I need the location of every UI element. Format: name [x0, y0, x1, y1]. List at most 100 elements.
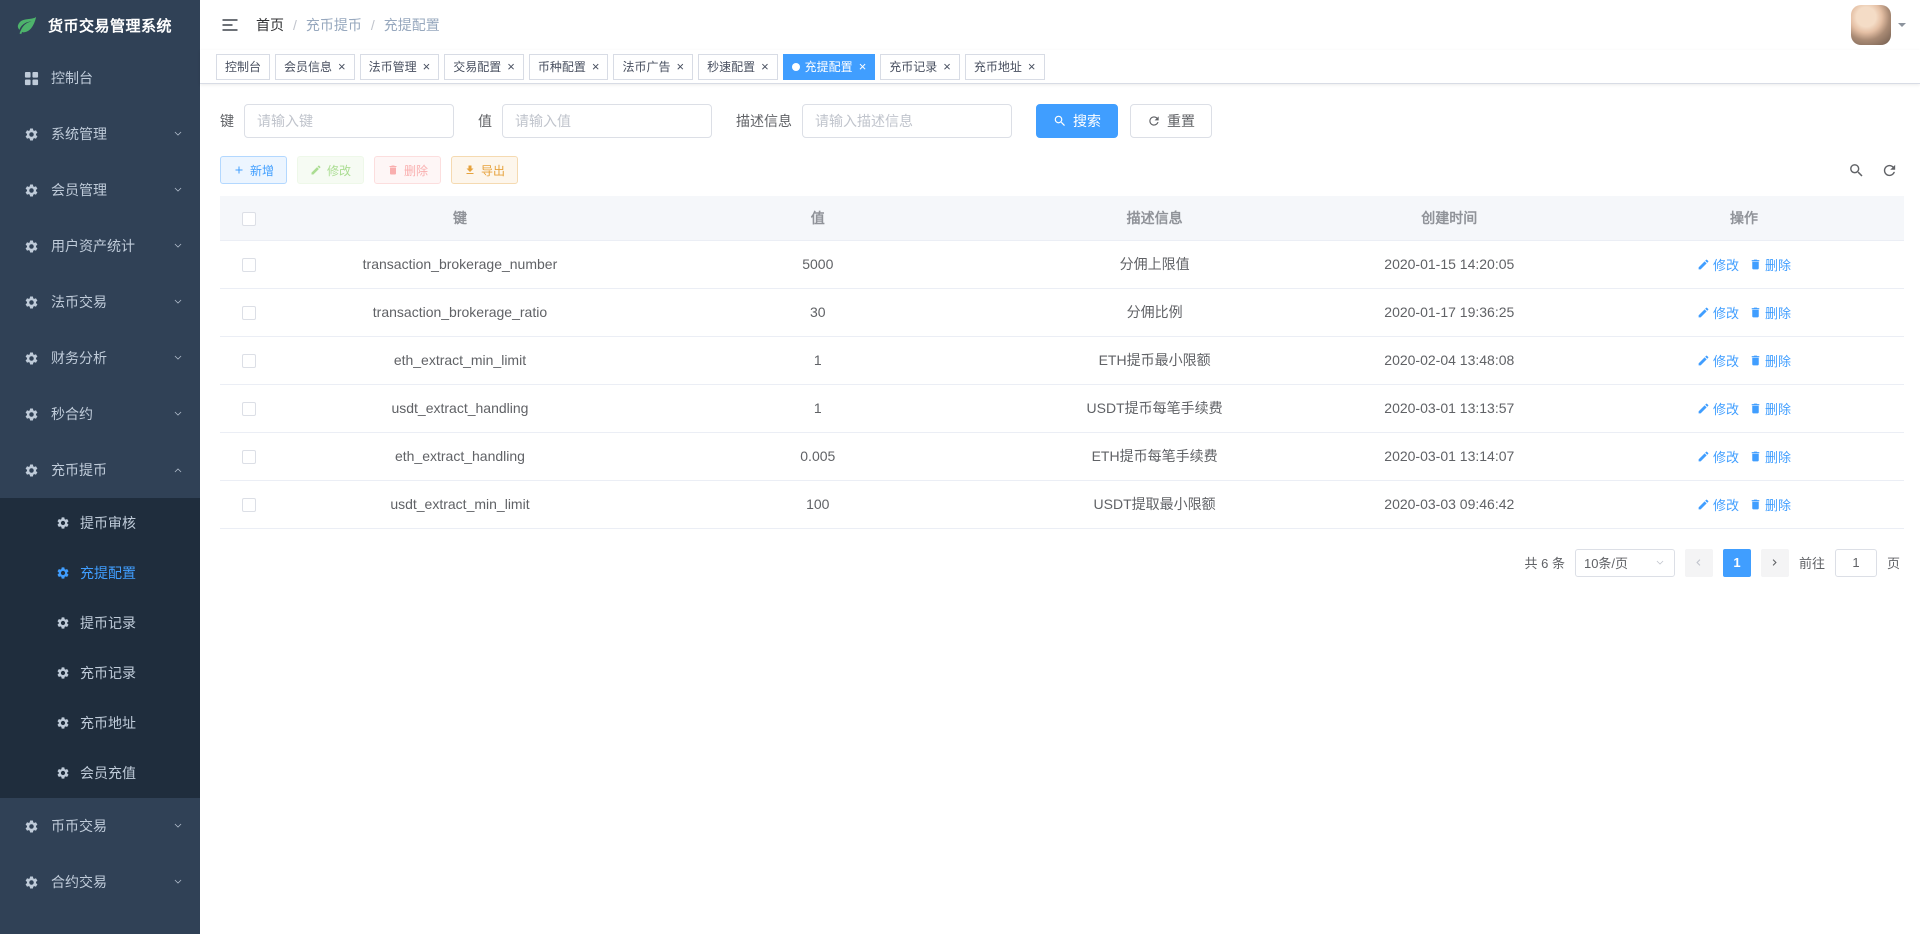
- export-button[interactable]: 导出: [451, 156, 518, 184]
- sidebar-item-1[interactable]: 系统管理: [0, 106, 200, 162]
- desc-form-item: 描述信息: [736, 104, 1012, 138]
- edit-icon: [1697, 354, 1710, 367]
- delete-icon: [1749, 450, 1762, 463]
- avatar[interactable]: [1851, 5, 1891, 45]
- edit-icon: [1697, 498, 1710, 511]
- edit-link[interactable]: 修改: [1697, 495, 1739, 514]
- page-button-1[interactable]: 1: [1723, 549, 1751, 577]
- edit-link[interactable]: 修改: [1697, 255, 1739, 274]
- edit-link[interactable]: 修改: [1697, 447, 1739, 466]
- tab-close-icon[interactable]: ×: [859, 60, 867, 73]
- tab-close-icon[interactable]: ×: [1028, 60, 1036, 73]
- refresh-list-icon[interactable]: [1881, 162, 1898, 179]
- table-row: eth_extract_min_limit1ETH提币最小限额2020-02-0…: [220, 336, 1904, 384]
- edit-link[interactable]: 修改: [1697, 399, 1739, 418]
- delete-link[interactable]: 删除: [1749, 303, 1791, 322]
- cell-created: 2020-03-03 09:46:42: [1315, 480, 1584, 528]
- prev-page-button[interactable]: [1685, 549, 1713, 577]
- tab-1[interactable]: 会员信息×: [275, 54, 355, 80]
- sidebar-item-3[interactable]: 用户资产统计: [0, 218, 200, 274]
- row-checkbox[interactable]: [242, 258, 256, 272]
- tab-close-icon[interactable]: ×: [592, 60, 600, 73]
- cell-created: 2020-01-15 14:20:05: [1315, 240, 1584, 288]
- gear-icon: [56, 716, 70, 730]
- delete-link[interactable]: 删除: [1749, 255, 1791, 274]
- tab-9[interactable]: 充币地址×: [965, 54, 1045, 80]
- edit-button[interactable]: 修改: [297, 156, 364, 184]
- column-header-desc: 描述信息: [995, 196, 1315, 240]
- user-menu[interactable]: [1851, 5, 1906, 45]
- sidebar-subitem-2[interactable]: 提币记录: [0, 598, 200, 648]
- row-checkbox[interactable]: [242, 402, 256, 416]
- page-size-select[interactable]: 10条/页: [1575, 549, 1675, 577]
- refresh-icon: [1147, 114, 1161, 128]
- gear-icon: [24, 463, 39, 478]
- tab-2[interactable]: 法币管理×: [360, 54, 440, 80]
- delete-icon: [1749, 498, 1762, 511]
- row-checkbox[interactable]: [242, 450, 256, 464]
- tab-5[interactable]: 法币广告×: [613, 54, 693, 80]
- sidebar-subitem-0[interactable]: 提币审核: [0, 498, 200, 548]
- edit-link[interactable]: 修改: [1697, 303, 1739, 322]
- tab-close-icon[interactable]: ×: [338, 60, 346, 73]
- breadcrumb-item-0[interactable]: 首页: [256, 15, 284, 35]
- chevron-down-icon: [172, 820, 184, 832]
- tab-close-icon[interactable]: ×: [943, 60, 951, 73]
- chevron-down-icon: [172, 352, 184, 364]
- tab-3[interactable]: 交易配置×: [444, 54, 524, 80]
- delete-icon: [387, 164, 399, 176]
- add-button[interactable]: 新增: [220, 156, 287, 184]
- tab-close-icon[interactable]: ×: [423, 60, 431, 73]
- delete-button[interactable]: 删除: [374, 156, 441, 184]
- sidebar-item-0[interactable]: 控制台: [0, 50, 200, 106]
- key-input[interactable]: [244, 104, 454, 138]
- sidebar-item-6[interactable]: 秒合约: [0, 386, 200, 442]
- sidebar-subitem-4[interactable]: 充币地址: [0, 698, 200, 748]
- sidebar-submenu: 提币审核充提配置提币记录充币记录充币地址会员充值: [0, 498, 200, 798]
- tab-close-icon[interactable]: ×: [507, 60, 515, 73]
- reset-button[interactable]: 重置: [1130, 104, 1212, 138]
- gear-icon: [24, 183, 39, 198]
- sidebar-subitem-1[interactable]: 充提配置: [0, 548, 200, 598]
- value-input[interactable]: [502, 104, 712, 138]
- search-toggle-icon[interactable]: [1848, 162, 1865, 179]
- delete-link[interactable]: 删除: [1749, 351, 1791, 370]
- search-button[interactable]: 搜索: [1036, 104, 1118, 138]
- row-checkbox[interactable]: [242, 306, 256, 320]
- tab-6[interactable]: 秒速配置×: [698, 54, 778, 80]
- next-page-button[interactable]: [1761, 549, 1789, 577]
- select-all-checkbox[interactable]: [242, 212, 256, 226]
- value-form-item: 值: [478, 104, 712, 138]
- cell-key: usdt_extract_min_limit: [279, 480, 641, 528]
- gear-icon: [56, 766, 70, 780]
- delete-link[interactable]: 删除: [1749, 399, 1791, 418]
- hamburger-icon[interactable]: [220, 15, 240, 35]
- sidebar-subitem-5[interactable]: 会员充值: [0, 748, 200, 798]
- delete-link[interactable]: 删除: [1749, 447, 1791, 466]
- row-checkbox[interactable]: [242, 498, 256, 512]
- sidebar-item-4[interactable]: 法币交易: [0, 274, 200, 330]
- delete-link[interactable]: 删除: [1749, 495, 1791, 514]
- cell-key: transaction_brokerage_number: [279, 240, 641, 288]
- chevron-down-icon: [172, 240, 184, 252]
- goto-label: 前往: [1799, 553, 1825, 572]
- table-header-row: 键 值 描述信息 创建时间 操作: [220, 196, 1904, 240]
- row-checkbox[interactable]: [242, 354, 256, 368]
- tab-0[interactable]: 控制台: [216, 54, 270, 80]
- tab-4[interactable]: 币种配置×: [529, 54, 609, 80]
- sidebar-item-7[interactable]: 充币提币: [0, 442, 200, 498]
- tab-7[interactable]: 充提配置×: [783, 54, 876, 80]
- desc-input[interactable]: [802, 104, 1012, 138]
- sidebar-item-5[interactable]: 财务分析: [0, 330, 200, 386]
- goto-page-input[interactable]: [1835, 549, 1877, 577]
- sidebar-subitem-3[interactable]: 充币记录: [0, 648, 200, 698]
- sidebar-item-2[interactable]: 会员管理: [0, 162, 200, 218]
- sidebar-item-8[interactable]: 币币交易: [0, 798, 200, 854]
- cell-desc: ETH提币最小限额: [995, 336, 1315, 384]
- tab-close-icon[interactable]: ×: [676, 60, 684, 73]
- tab-close-icon[interactable]: ×: [761, 60, 769, 73]
- gear-icon: [56, 566, 70, 580]
- tab-8[interactable]: 充币记录×: [880, 54, 960, 80]
- sidebar-item-9[interactable]: 合约交易: [0, 854, 200, 910]
- edit-link[interactable]: 修改: [1697, 351, 1739, 370]
